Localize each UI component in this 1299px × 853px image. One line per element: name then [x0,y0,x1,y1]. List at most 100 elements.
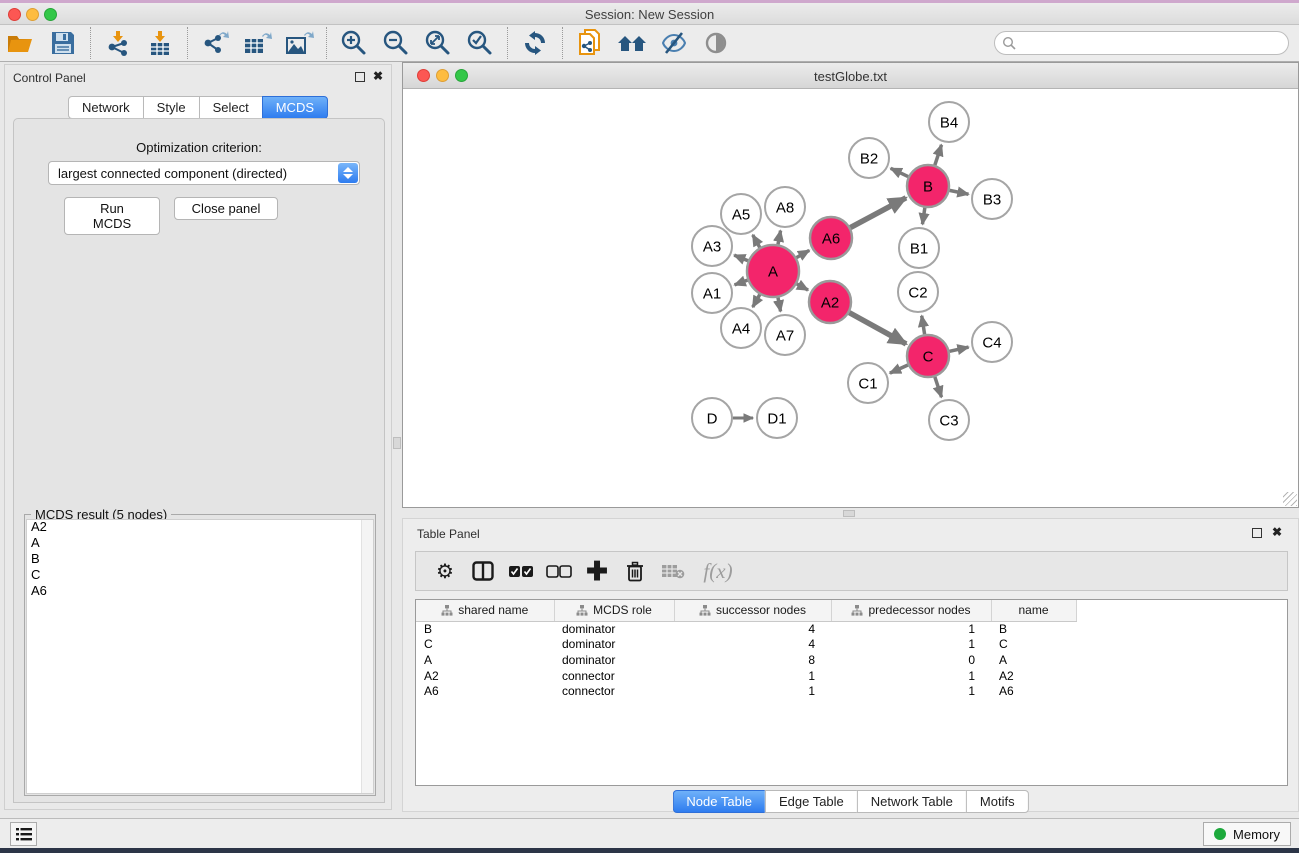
column-layout-icon[interactable] [464,555,502,587]
delete-column-icon[interactable] [616,555,654,587]
cell-predecessor-nodes[interactable]: 1 [831,621,991,637]
table-row[interactable]: Cdominator41C [416,637,1076,653]
tab-style[interactable]: Style [143,96,199,119]
mcds-result-item[interactable]: A [27,536,373,552]
cell-name[interactable]: B [991,621,1076,637]
edge-B-B1[interactable] [922,208,924,224]
table-row[interactable]: Adominator80A [416,652,1076,668]
tab-motifs[interactable]: Motifs [966,790,1029,813]
node-A7[interactable]: A7 [765,315,805,355]
node-D[interactable]: D [692,398,732,438]
zoom-in-button[interactable] [333,26,375,60]
search-input[interactable] [1016,33,1288,53]
zoom-out-button[interactable] [375,26,417,60]
node-A8[interactable]: A8 [765,187,805,227]
column-header-MCDS-role[interactable]: MCDS role [554,600,674,621]
table-row[interactable]: A2connector11A2 [416,668,1076,684]
search-field[interactable] [994,31,1289,55]
edge-A-A2[interactable] [797,284,808,290]
edge-A-A6[interactable] [796,250,809,257]
cell-successor-nodes[interactable]: 4 [674,621,831,637]
zoom-fit-button[interactable] [417,26,459,60]
cell-name[interactable]: A2 [991,668,1076,684]
node-B4[interactable]: B4 [929,102,969,142]
tab-mcds[interactable]: MCDS [262,96,328,119]
tab-edge-table[interactable]: Edge Table [765,790,857,813]
node-B[interactable]: B [907,165,949,207]
run-mcds-button[interactable]: Run MCDS [64,197,160,235]
edge-A-A7[interactable] [778,298,781,312]
network-window-titlebar[interactable]: testGlobe.txt [403,63,1298,89]
optimization-criterion-select[interactable]: largest connected component (directed) [48,161,360,185]
vertical-split-divider[interactable] [392,62,402,810]
zoom-selected-button[interactable] [459,26,501,60]
node-C3[interactable]: C3 [929,400,969,440]
memory-button[interactable]: Memory [1203,822,1291,846]
float-panel-icon[interactable] [355,72,365,82]
edge-A-A5[interactable] [753,235,760,248]
cell-name[interactable]: C [991,637,1076,653]
window-resize-grip[interactable] [1283,492,1297,506]
edge-C-C2[interactable] [922,316,925,335]
cell-MCDS-role[interactable]: dominator [554,621,674,637]
mcds-result-item[interactable]: A6 [27,584,373,600]
show-graphics-details-button[interactable] [695,26,737,60]
cell-shared-name[interactable]: A2 [416,668,554,684]
edge-B-B2[interactable] [891,168,908,176]
node-A5[interactable]: A5 [721,194,761,234]
column-header-successor-nodes[interactable]: successor nodes [674,600,831,621]
import-table-button[interactable] [139,26,181,60]
node-B3[interactable]: B3 [972,179,1012,219]
tab-select[interactable]: Select [199,96,262,119]
open-file-button[interactable] [0,26,42,60]
cell-successor-nodes[interactable]: 4 [674,637,831,653]
cell-successor-nodes[interactable]: 8 [674,652,831,668]
tab-network[interactable]: Network [68,96,143,119]
cell-shared-name[interactable]: A6 [416,683,554,699]
cell-MCDS-role[interactable]: connector [554,683,674,699]
cell-successor-nodes[interactable]: 1 [674,668,831,684]
column-header-name[interactable]: name [991,600,1076,621]
export-table-button[interactable] [236,26,278,60]
cell-shared-name[interactable]: B [416,621,554,637]
task-history-button[interactable] [10,822,37,846]
cell-predecessor-nodes[interactable]: 1 [831,683,991,699]
gear-icon[interactable]: ⚙ [426,555,464,587]
node-D1[interactable]: D1 [757,398,797,438]
horizontal-split-divider[interactable] [402,508,1299,518]
close-panel-icon[interactable]: ✖ [1272,525,1282,539]
edge-A6-B[interactable] [850,198,906,228]
node-C[interactable]: C [907,335,949,377]
node-A4[interactable]: A4 [721,308,761,348]
edge-A-A4[interactable] [753,295,760,308]
node-C2[interactable]: C2 [898,272,938,312]
node-A1[interactable]: A1 [692,273,732,313]
node-B2[interactable]: B2 [849,138,889,178]
add-column-icon[interactable]: ✚ [578,555,616,587]
refresh-button[interactable] [514,26,556,60]
deselect-all-icon[interactable] [540,555,578,587]
cell-name[interactable]: A [991,652,1076,668]
table-row[interactable]: A6connector11A6 [416,683,1076,699]
column-header-predecessor-nodes[interactable]: predecessor nodes [831,600,991,621]
node-C1[interactable]: C1 [848,363,888,403]
mcds-result-item[interactable]: B [27,552,373,568]
edge-C-C3[interactable] [935,377,942,397]
cell-successor-nodes[interactable]: 1 [674,683,831,699]
divider-grip[interactable] [393,437,401,449]
close-panel-icon[interactable]: ✖ [373,69,383,83]
cell-predecessor-nodes[interactable]: 1 [831,637,991,653]
edge-A-A3[interactable] [734,255,748,261]
node-A[interactable]: A [747,245,799,297]
edge-A2-C[interactable] [849,313,906,344]
tab-node-table[interactable]: Node Table [672,790,765,813]
close-panel-button[interactable]: Close panel [174,197,278,220]
mcds-result-item[interactable]: A2 [27,520,373,536]
cell-MCDS-role[interactable]: dominator [554,652,674,668]
edge-A-A1[interactable] [735,280,748,285]
node-C4[interactable]: C4 [972,322,1012,362]
export-network-button[interactable] [194,26,236,60]
edge-C-C4[interactable] [949,347,968,351]
cell-predecessor-nodes[interactable]: 0 [831,652,991,668]
cell-MCDS-role[interactable]: dominator [554,637,674,653]
